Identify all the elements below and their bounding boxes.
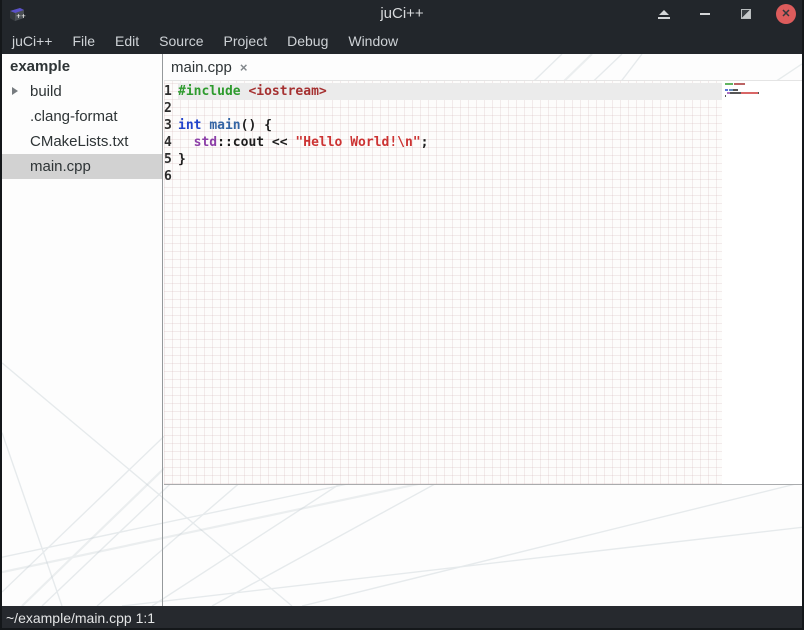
status-path-position: ~/example/main.cpp 1:1 (0, 610, 155, 626)
line-number: 6 (164, 168, 178, 185)
restore-icon (741, 9, 751, 19)
code-line-5[interactable]: 5} (164, 151, 722, 168)
menu-item-file[interactable]: File (62, 28, 105, 54)
line-number: 4 (164, 134, 178, 151)
titlebar: ++ juCi++ ✕ (0, 0, 804, 28)
close-icon: ✕ (781, 9, 790, 20)
expander-icon[interactable] (12, 87, 18, 95)
sidebar-item-label: main.cpp (30, 158, 91, 175)
code-line-2[interactable]: 2 (164, 100, 722, 117)
tab-close-icon[interactable]: × (240, 60, 248, 75)
menu-item-debug[interactable]: Debug (277, 28, 338, 54)
sidebar-item-label: .clang-format (30, 108, 118, 125)
menu-item-juci[interactable]: juCi++ (2, 28, 62, 54)
restore-button[interactable] (735, 3, 757, 25)
terminal-panel[interactable] (164, 485, 802, 606)
line-number: 3 (164, 117, 178, 134)
window-controls: ✕ (653, 0, 796, 28)
main-area: main.cpp × 1#include <iostream>23int mai… (164, 54, 802, 606)
shade-button[interactable] (653, 3, 675, 25)
code-line-4[interactable]: 4 std::cout << "Hello World!\n"; (164, 134, 722, 151)
sidebar-item-label: example (10, 58, 70, 75)
code-text: int main() { (178, 117, 722, 134)
code-editor[interactable]: 1#include <iostream>23int main() {4 std:… (164, 81, 802, 484)
menu-item-source[interactable]: Source (149, 28, 213, 54)
minimize-button[interactable] (694, 3, 716, 25)
menubar: juCi++FileEditSourceProjectDebugWindow (0, 28, 804, 54)
content-area: example build .clang-format CMakeLists.txt m… (2, 54, 802, 606)
statusbar: ~/example/main.cpp 1:1 (0, 606, 804, 630)
minimap[interactable] (722, 81, 802, 484)
minimap-line (725, 98, 802, 101)
menu-item-project[interactable]: Project (214, 28, 278, 54)
sidebar-item-cmakelists-txt[interactable]: CMakeLists.txt (2, 129, 162, 154)
code-line-6[interactable]: 6 (164, 168, 722, 185)
sidebar-item-example[interactable]: example (2, 54, 162, 79)
code-text: #include <iostream> (178, 83, 722, 100)
sidebar-item-build[interactable]: build (2, 79, 162, 104)
minimize-icon (700, 13, 710, 15)
sidebar-item-clang-format[interactable]: .clang-format (2, 104, 162, 129)
tabbar: main.cpp × (164, 54, 802, 81)
shade-icon (658, 10, 670, 19)
code-lines[interactable]: 1#include <iostream>23int main() {4 std:… (164, 81, 722, 484)
code-text: } (178, 151, 722, 168)
sidebar-item-label: build (30, 83, 62, 100)
sidebar-item-main-cpp[interactable]: main.cpp (2, 154, 162, 179)
file-tree-sidebar: example build .clang-format CMakeLists.txt m… (2, 54, 163, 606)
line-number: 5 (164, 151, 178, 168)
tab-main-cpp[interactable]: main.cpp × (165, 54, 257, 81)
code-text (178, 168, 722, 185)
code-text (178, 100, 722, 117)
tab-label: main.cpp (171, 59, 232, 76)
app-window: ++ juCi++ ✕ juCi++FileEditSourceProjectD… (0, 0, 804, 630)
line-number: 2 (164, 100, 178, 117)
menu-item-window[interactable]: Window (338, 28, 408, 54)
sidebar-item-label: CMakeLists.txt (30, 133, 128, 150)
line-number: 1 (164, 83, 178, 100)
close-button[interactable]: ✕ (776, 4, 796, 24)
code-line-1[interactable]: 1#include <iostream> (164, 83, 722, 100)
code-text: std::cout << "Hello World!\n"; (178, 134, 722, 151)
code-line-3[interactable]: 3int main() { (164, 117, 722, 134)
menu-item-edit[interactable]: Edit (105, 28, 149, 54)
